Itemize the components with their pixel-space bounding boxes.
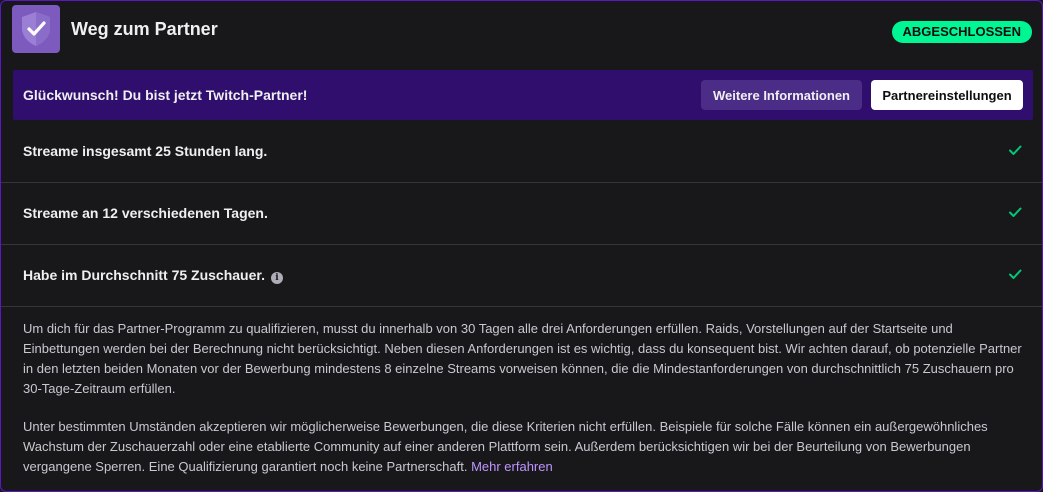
more-info-button[interactable]: Weitere Informationen — [701, 80, 862, 110]
description-paragraph: Unter bestimmten Umständen akzeptieren w… — [23, 417, 1023, 477]
description-paragraph: Um dich für das Partner-Programm zu qual… — [23, 321, 1022, 396]
check-icon — [1009, 145, 1022, 155]
check-shield-icon — [12, 5, 60, 53]
panel-header: Weg zum Partner ABGESCHLOSSEN — [12, 5, 1032, 55]
requirement-label: Streame insgesamt 25 Stunden lang. — [23, 143, 268, 159]
check-icon — [1009, 269, 1022, 279]
panel-title: Weg zum Partner — [71, 19, 218, 39]
requirement-label: Streame an 12 verschiedenen Tagen. — [23, 205, 268, 221]
check-icon — [1009, 207, 1022, 217]
partner-banner: Glückwunsch! Du bist jetzt Twitch-Partne… — [13, 70, 1033, 120]
banner-message: Glückwunsch! Du bist jetzt Twitch-Partne… — [23, 87, 308, 103]
learn-more-link[interactable]: Mehr erfahren — [471, 459, 553, 474]
partner-settings-button[interactable]: Partnereinstellungen — [871, 80, 1023, 110]
info-icon[interactable]: i — [270, 272, 283, 284]
requirement-row: Habe im Durchschnitt 75 Zuschauer. i — [1, 245, 1042, 307]
requirement-row: Streame insgesamt 25 Stunden lang. — [1, 121, 1042, 183]
requirement-row: Streame an 12 verschiedenen Tagen. — [1, 183, 1042, 245]
partner-path-panel: Weg zum Partner ABGESCHLOSSEN Glückwunsc… — [0, 0, 1043, 492]
requirement-label-wrap: Habe im Durchschnitt 75 Zuschauer. i — [23, 267, 283, 284]
status-badge: ABGESCHLOSSEN — [891, 21, 1032, 43]
requirement-label: Habe im Durchschnitt 75 Zuschauer. — [23, 267, 265, 283]
